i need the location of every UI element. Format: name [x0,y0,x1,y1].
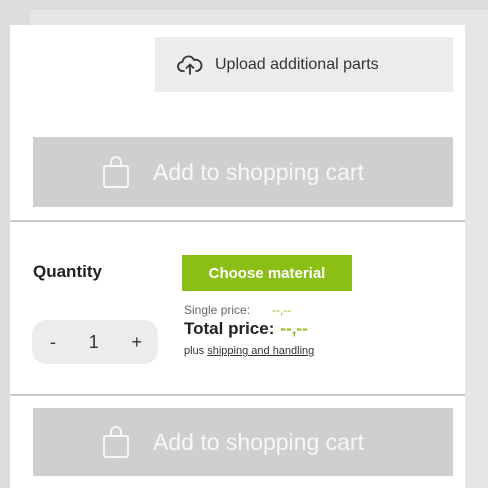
section-divider [10,220,465,222]
add-to-cart-label: Add to shopping cart [153,158,364,185]
total-price: Total price: --,-- [184,319,308,339]
increment-button[interactable]: + [127,332,146,353]
shipping-note: plus shipping and handling [184,345,314,357]
shopping-bag-icon [101,425,131,459]
single-price: Single price: --,-- [184,303,291,317]
shopping-bag-icon [101,155,131,189]
total-price-label: Total price: [184,319,275,338]
add-to-cart-label: Add to shopping cart [153,428,364,455]
shipping-and-handling-link[interactable]: shipping and handling [207,345,314,357]
total-price-value: --,-- [280,319,308,338]
section-divider [10,394,465,396]
single-price-value: --,-- [272,303,292,317]
background-strip-top [30,10,465,25]
single-price-label: Single price: [184,303,251,317]
upload-button-label: Upload additional parts [215,55,379,73]
quantity-value[interactable]: 1 [89,332,99,353]
decrement-button[interactable]: - [46,332,60,353]
add-to-cart-button-top[interactable]: Add to shopping cart [33,137,453,207]
choose-material-button[interactable]: Choose material [182,255,352,291]
upload-additional-parts-button[interactable]: Upload additional parts [155,37,453,92]
quantity-label: Quantity [33,262,102,281]
quantity-stepper[interactable]: - 1 + [32,320,158,364]
cloud-upload-icon [177,54,203,76]
background-strip-right [465,10,488,488]
add-to-cart-button-bottom[interactable]: Add to shopping cart [33,408,453,476]
shipping-prefix: plus [184,345,205,357]
